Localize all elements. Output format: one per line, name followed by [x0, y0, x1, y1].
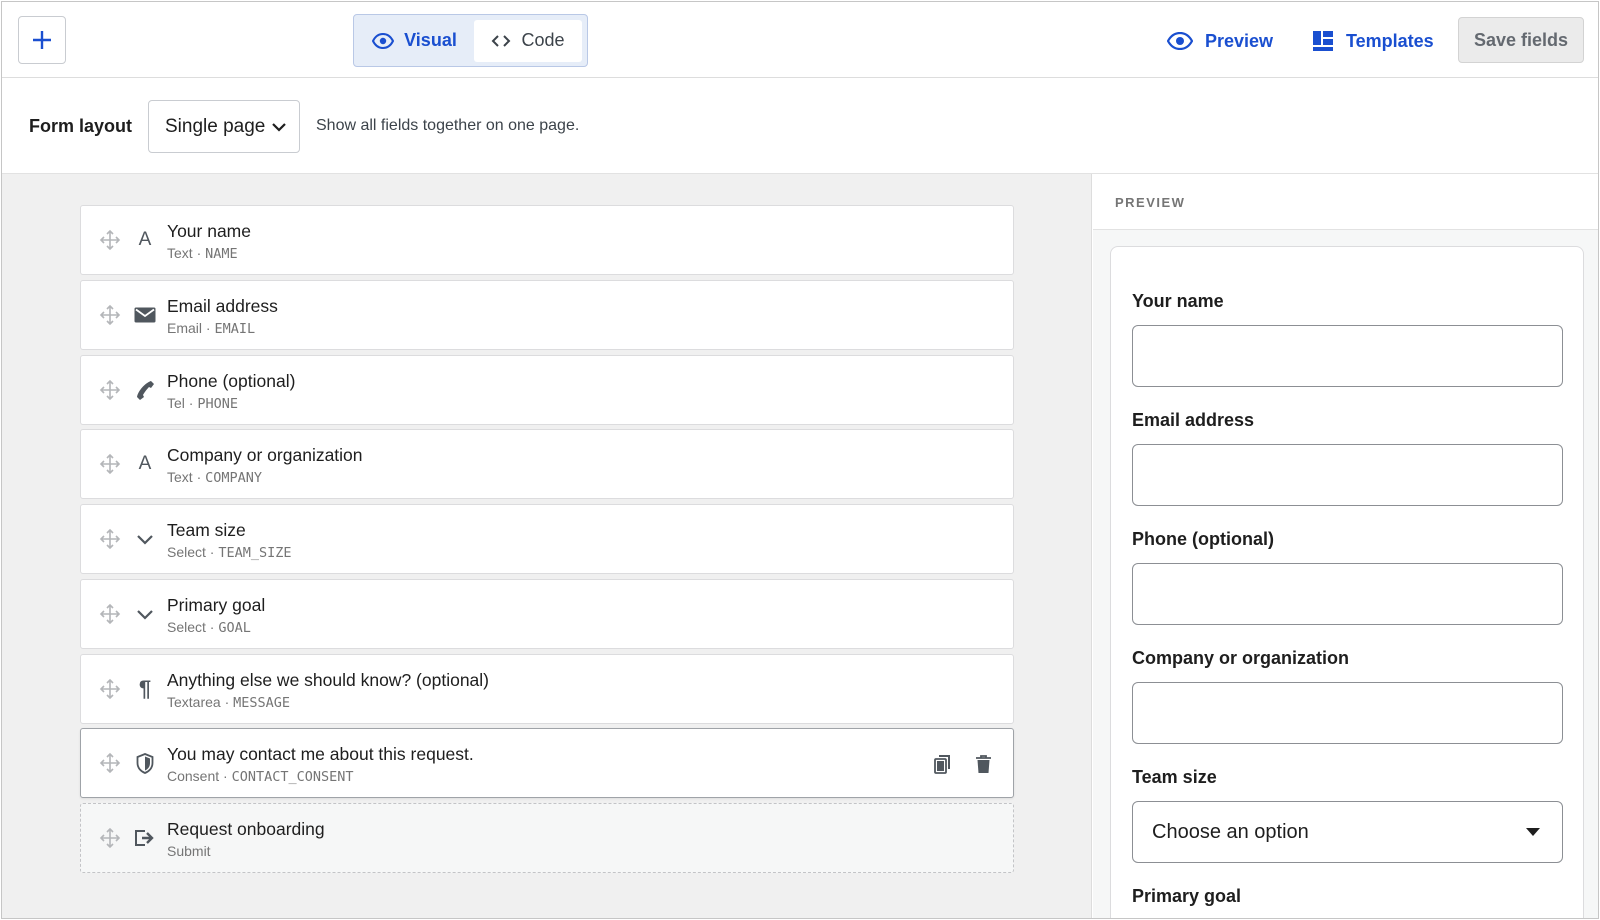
field-title: Company or organization — [167, 445, 363, 465]
field-subtitle: Submit — [167, 843, 211, 859]
visual-mode-button[interactable]: Visual — [359, 20, 470, 62]
trash-icon — [975, 755, 991, 773]
preview-email-input[interactable] — [1132, 444, 1563, 506]
editor-mode-toggle: Visual Code — [353, 14, 588, 67]
preview-company-input[interactable] — [1132, 682, 1563, 744]
preview-name-input[interactable] — [1132, 325, 1563, 387]
duplicate-field-button[interactable] — [932, 753, 954, 775]
preview-phone-input[interactable] — [1132, 563, 1563, 625]
drag-handle-icon[interactable] — [99, 752, 121, 774]
field-card[interactable]: ¶ Anything else we should know? (optiona… — [80, 654, 1014, 724]
drag-handle-icon[interactable] — [99, 827, 121, 849]
form-layout-help-text: Show all fields together on one page. — [316, 117, 580, 134]
drag-handle-icon[interactable] — [99, 304, 121, 326]
caret-down-icon — [1526, 828, 1540, 836]
drag-handle-icon[interactable] — [99, 453, 121, 475]
field-card[interactable]: Team size Select · TEAM_SIZE — [80, 504, 1014, 574]
preview-field-label: Phone (optional) — [1132, 529, 1274, 549]
preview-button-label: Preview — [1205, 30, 1274, 51]
field-card[interactable]: A Company or organization Text · COMPANY — [80, 429, 1014, 499]
drag-handle-icon[interactable] — [99, 229, 121, 251]
preview-heading: PREVIEW — [1115, 195, 1186, 210]
shield-icon — [133, 751, 157, 775]
preview-field-label: Team size — [1132, 767, 1217, 787]
eye-icon — [372, 32, 395, 49]
code-mode-button[interactable]: Code — [473, 19, 582, 62]
field-card[interactable]: A Your name Text · NAME — [80, 205, 1014, 275]
templates-button-label: Templates — [1346, 30, 1434, 51]
preview-team-size-select[interactable]: Choose an option — [1132, 801, 1563, 863]
paragraph-icon: ¶ — [138, 676, 152, 701]
field-title: Your name — [167, 221, 251, 241]
preview-field-label: Your name — [1132, 291, 1224, 311]
preview-field-label: Primary goal — [1132, 886, 1242, 906]
chevron-down-icon — [133, 602, 157, 626]
form-builder-window: Visual Code Preview Templates Save field… — [1, 1, 1599, 919]
field-subtitle: Select · GOAL — [167, 619, 251, 636]
field-subtitle: Textarea · MESSAGE — [167, 694, 291, 711]
top-toolbar: Visual Code Preview Templates Save field… — [2, 2, 1598, 78]
field-title: Anything else we should know? (optional) — [167, 670, 489, 690]
templates-button[interactable]: Templates — [1312, 22, 1434, 60]
drag-handle-icon[interactable] — [99, 379, 121, 401]
preview-select-value: Choose an option — [1152, 820, 1309, 843]
envelope-icon — [133, 303, 157, 327]
eye-icon — [1167, 32, 1193, 50]
submit-button-card[interactable]: Request onboarding Submit — [80, 803, 1014, 873]
chevron-down-icon — [133, 527, 157, 551]
drag-handle-icon[interactable] — [99, 603, 121, 625]
fields-canvas: A Your name Text · NAME Email address Em… — [2, 174, 1092, 918]
field-title: Primary goal — [167, 595, 266, 615]
form-layout-value: Single page — [165, 115, 266, 137]
delete-field-button[interactable] — [972, 753, 994, 775]
form-layout-select[interactable]: Single page — [148, 100, 300, 153]
field-card[interactable]: Phone (optional) Tel · PHONE — [80, 355, 1014, 425]
code-icon — [492, 34, 511, 47]
preview-header: PREVIEW — [1093, 174, 1598, 230]
chevron-down-icon — [272, 122, 287, 132]
field-title: You may contact me about this request. — [167, 744, 474, 764]
drag-handle-icon[interactable] — [99, 528, 121, 550]
field-title: Team size — [167, 520, 246, 540]
copy-icon — [934, 755, 950, 774]
preview-button[interactable]: Preview — [1167, 22, 1273, 60]
code-mode-label: Code — [521, 30, 565, 50]
preview-panel: PREVIEW Your name Email address Phone (o… — [1093, 174, 1598, 918]
plus-icon — [33, 31, 51, 49]
submit-icon — [133, 826, 157, 850]
field-title: Email address — [167, 296, 278, 316]
field-subtitle: Consent · CONTACT_CONSENT — [167, 768, 354, 785]
visual-mode-label: Visual — [404, 30, 457, 50]
field-subtitle: Email · EMAIL — [167, 320, 256, 337]
field-subtitle: Text · NAME — [167, 245, 238, 262]
field-subtitle: Text · COMPANY — [167, 469, 263, 486]
form-layout-bar: Form layout Single page Show all fields … — [2, 78, 1598, 174]
form-layout-label: Form layout — [29, 116, 133, 136]
drag-handle-icon[interactable] — [99, 678, 121, 700]
field-subtitle: Select · TEAM_SIZE — [167, 544, 292, 561]
preview-field-label: Email address — [1132, 410, 1255, 430]
templates-icon — [1313, 31, 1333, 51]
save-fields-button[interactable]: Save fields — [1458, 17, 1584, 63]
text-icon: A — [138, 229, 152, 250]
field-title: Request onboarding — [167, 819, 325, 839]
add-field-button[interactable] — [18, 16, 66, 64]
field-subtitle: Tel · PHONE — [167, 395, 238, 412]
text-icon: A — [138, 453, 152, 474]
field-card[interactable]: Primary goal Select · GOAL — [80, 579, 1014, 649]
preview-form-card: Your name Email address Phone (optional)… — [1110, 246, 1584, 918]
field-card-selected[interactable]: You may contact me about this request. C… — [80, 728, 1014, 798]
field-title: Phone (optional) — [167, 371, 296, 391]
phone-icon — [133, 378, 157, 402]
preview-field-label: Company or organization — [1132, 648, 1350, 668]
field-card[interactable]: Email address Email · EMAIL — [80, 280, 1014, 350]
